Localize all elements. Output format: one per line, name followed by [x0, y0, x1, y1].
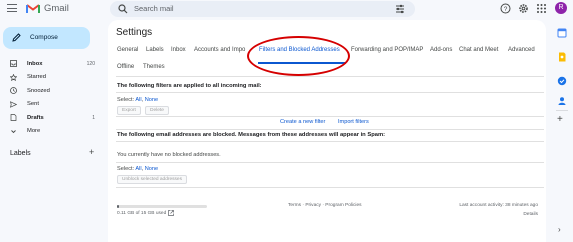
- search-input[interactable]: Search mail: [134, 4, 174, 13]
- apps-grid-icon[interactable]: [536, 3, 547, 14]
- storage-bar: [117, 205, 207, 208]
- search-icon[interactable]: [118, 4, 128, 14]
- details-link[interactable]: Details: [523, 212, 538, 217]
- inbox-icon: [10, 60, 17, 67]
- footer-policy-links[interactable]: Terms · Privacy · Program Policies: [288, 203, 362, 208]
- tab-themes[interactable]: Themes: [143, 64, 165, 70]
- main-menu-icon[interactable]: [7, 4, 17, 12]
- help-icon[interactable]: ?: [500, 3, 511, 14]
- filters-heading: The following filters are applied to all…: [117, 83, 262, 89]
- clock-icon: [10, 87, 17, 95]
- tab-accounts-and-import[interactable]: Accounts and Impo: [194, 47, 245, 53]
- labels-heading: Labels: [10, 150, 31, 157]
- storage-bar-fill: [117, 205, 119, 208]
- divider: [116, 129, 544, 130]
- sidebar-item-label: Starred: [27, 74, 47, 81]
- search-options-icon[interactable]: [395, 4, 405, 14]
- gear-icon[interactable]: [518, 3, 529, 14]
- top-bar: Gmail Search mail ? R: [0, 0, 573, 20]
- blocked-heading: The following email addresses are blocke…: [117, 132, 386, 138]
- divider: [116, 116, 544, 117]
- unblock-selected-button[interactable]: Unblock selected addresses: [117, 175, 187, 184]
- compose-button[interactable]: Compose: [3, 27, 90, 49]
- no-blocked-message: You currently have no blocked addresses.: [117, 152, 221, 158]
- svg-text:?: ?: [504, 6, 508, 13]
- sidebar-item-inbox[interactable]: Inbox 120: [0, 57, 100, 71]
- tab-inbox[interactable]: Inbox: [171, 47, 186, 53]
- sidebar-item-label: Snoozed: [27, 87, 50, 94]
- search-bar[interactable]: Search mail: [110, 1, 415, 17]
- settings-panel: Settings General Labels Inbox Accounts a…: [108, 20, 546, 242]
- filters-select-row: Select: All, None: [117, 97, 159, 103]
- create-filter-link[interactable]: Create a new filter: [280, 119, 325, 125]
- tab-chat-and-meet[interactable]: Chat and Meet: [459, 47, 498, 53]
- hide-side-panel-icon[interactable]: ›: [558, 225, 561, 234]
- draft-icon: [10, 114, 17, 122]
- select-all-link[interactable]: All: [135, 97, 141, 103]
- delete-button[interactable]: Delete: [145, 106, 169, 115]
- add-label-icon[interactable]: +: [89, 147, 94, 157]
- sidebar-item-sent[interactable]: Sent: [0, 98, 100, 112]
- star-icon: [10, 73, 17, 81]
- select-all-link[interactable]: All: [135, 166, 141, 172]
- tab-labels[interactable]: Labels: [146, 47, 164, 53]
- annotation-highlight-ring: [247, 36, 350, 76]
- app-brand: Gmail: [44, 3, 69, 14]
- sidebar-item-more[interactable]: More: [0, 125, 100, 139]
- blocked-select-row: Select: All, None: [117, 166, 159, 172]
- export-button[interactable]: Export: [117, 106, 141, 115]
- sidebar-item-label: More: [27, 128, 41, 135]
- tasks-icon[interactable]: [557, 76, 567, 86]
- tab-advanced[interactable]: Advanced: [508, 47, 535, 53]
- calendar-icon[interactable]: [557, 28, 567, 38]
- sidebar-item-label: Sent: [27, 101, 39, 108]
- gmail-logo-icon[interactable]: [26, 3, 40, 14]
- contacts-icon[interactable]: [557, 96, 567, 106]
- tab-forwarding-and-pop-imap[interactable]: Forwarding and POP/IMAP: [351, 47, 423, 53]
- select-label: Select:: [117, 97, 135, 103]
- sidebar-item-label: Drafts: [27, 114, 44, 121]
- keep-icon[interactable]: [557, 52, 567, 62]
- sidebar-nav: Inbox 120 Starred Snoozed Sent Drafts 1 …: [0, 57, 100, 139]
- get-add-ons-icon[interactable]: +: [557, 114, 563, 125]
- select-none-link[interactable]: None: [145, 97, 158, 103]
- divider: [116, 187, 544, 188]
- account-avatar[interactable]: R: [555, 2, 567, 14]
- sidebar-item-drafts[interactable]: Drafts 1: [0, 111, 100, 125]
- divider: [116, 162, 544, 163]
- send-icon: [10, 100, 17, 108]
- sidebar-item-starred[interactable]: Starred: [0, 71, 100, 85]
- open-external-icon[interactable]: [168, 210, 174, 216]
- select-label: Select:: [117, 166, 135, 172]
- import-filters-link[interactable]: Import filters: [338, 119, 369, 125]
- rail-divider: [556, 110, 568, 111]
- storage-usage: 0.11 GB of 15 GB used: [117, 211, 167, 216]
- last-account-activity: Last account activity: 38 minutes ago: [459, 203, 538, 208]
- tab-general[interactable]: General: [117, 47, 138, 53]
- chevron-down-icon: [11, 130, 16, 134]
- pencil-icon: [12, 33, 21, 42]
- compose-label: Compose: [30, 34, 58, 41]
- divider: [116, 141, 544, 142]
- sidebar-item-snoozed[interactable]: Snoozed: [0, 84, 100, 98]
- sidebar-item-label: Inbox: [27, 60, 43, 67]
- divider: [116, 76, 544, 77]
- tab-add-ons[interactable]: Add-ons: [430, 47, 452, 53]
- page-title: Settings: [116, 27, 153, 38]
- divider: [116, 92, 544, 93]
- tab-offline[interactable]: Offline: [117, 64, 134, 70]
- select-none-link[interactable]: None: [145, 166, 158, 172]
- draft-count: 1: [92, 114, 95, 121]
- unread-count: 120: [86, 60, 95, 67]
